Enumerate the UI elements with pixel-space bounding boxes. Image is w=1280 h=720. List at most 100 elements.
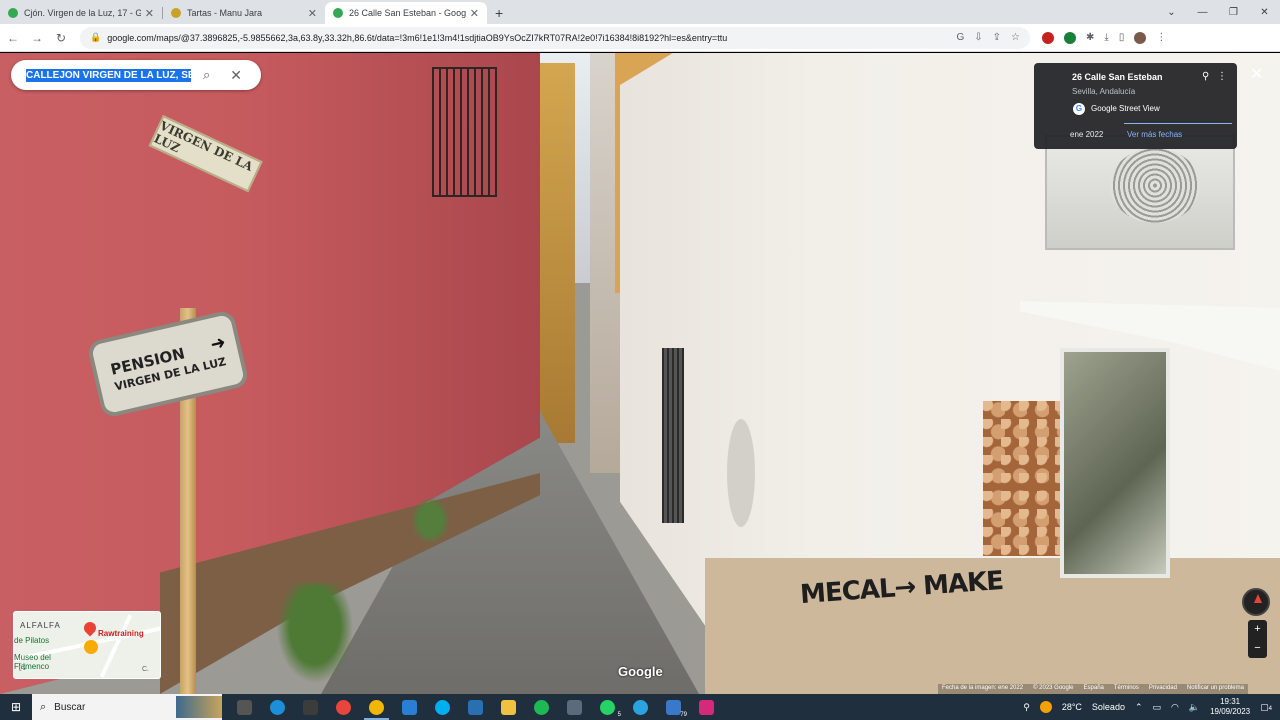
minimap-road: [99, 614, 133, 678]
file-explorer-icon[interactable]: [492, 694, 525, 720]
wifi-icon[interactable]: ◠: [1171, 702, 1179, 713]
location-city: Sevilla, Andalucía: [1072, 87, 1136, 96]
windows-start-icon[interactable]: ⊞: [0, 700, 32, 714]
tab-title: Tartas - Manu Jara: [187, 8, 263, 18]
minimap[interactable]: ALFALFA de Pilatos Rawtraining Museo del…: [13, 611, 161, 679]
restore-icon[interactable]: ❐: [1218, 7, 1249, 18]
map-pin-icon[interactable]: ⚲: [1202, 71, 1209, 82]
potted-plant: [408, 493, 453, 548]
minimize-icon[interactable]: —: [1187, 7, 1218, 18]
system-tray: ⚲ 28°C Soleado ⌃ ▭ ◠ 🔈 19:31 19/09/2023 …: [1023, 697, 1280, 717]
lock-icon[interactable]: 🔒: [90, 32, 101, 43]
privacy-link[interactable]: Privacidad: [1149, 685, 1177, 693]
capture-date: ene 2022: [1070, 130, 1104, 139]
compass-icon[interactable]: [1242, 588, 1270, 616]
more-dates-link[interactable]: Ver más fechas: [1127, 130, 1182, 139]
region-link[interactable]: España: [1084, 685, 1104, 693]
whatsapp-badge: 5: [617, 712, 621, 718]
calculator-icon[interactable]: [558, 694, 591, 720]
install-icon[interactable]: ⇩: [974, 32, 982, 43]
map-attribution: Fecha de la imagen: ene 2022 © 2023 Goog…: [938, 684, 1248, 694]
address-bar[interactable]: 🔒 google.com/maps/@37.3896825,-5.9855662…: [80, 26, 1030, 49]
close-tab-icon[interactable]: ✕: [145, 7, 154, 20]
google-g-icon: G: [1073, 103, 1085, 115]
new-tab-button[interactable]: +: [487, 5, 511, 24]
system-clock[interactable]: 19:31 19/09/2023: [1210, 697, 1250, 717]
tab-title: Cjón. Virgen de la Luz, 17 - Goog: [24, 8, 141, 18]
edge-icon[interactable]: [261, 694, 294, 720]
reload-icon[interactable]: ↻: [50, 31, 72, 45]
divider: [1124, 123, 1232, 124]
close-tab-icon[interactable]: ✕: [470, 7, 479, 20]
zoom-in-button[interactable]: +: [1248, 620, 1267, 639]
tab-tartas[interactable]: Tartas - Manu Jara ✕: [163, 2, 325, 24]
maps-search-box[interactable]: CALLEJON VIRGEN DE LA LUZ, SEVILLA ⌕ ✕: [11, 60, 261, 90]
taskbar-search-placeholder[interactable]: Buscar: [54, 702, 85, 713]
browser-tab-bar: Cjón. Virgen de la Luz, 17 - Goog ✕ Tart…: [0, 0, 1280, 24]
pegman-icon[interactable]: [84, 640, 98, 654]
location-address: 26 Calle San Esteban: [1072, 72, 1163, 82]
weather-sun-icon[interactable]: [1039, 701, 1052, 713]
tab-cjon-virgen[interactable]: Cjón. Virgen de la Luz, 17 - Goog ✕: [0, 2, 162, 24]
forward-icon[interactable]: →: [26, 31, 48, 45]
app-badge-icon[interactable]: 79: [657, 694, 690, 720]
chrome-active-icon[interactable]: [360, 694, 393, 720]
wood-log-panel: [983, 401, 1061, 556]
minimap-pin-label: Rawtraining: [98, 629, 144, 638]
minimap-place-label: de Pilatos: [14, 636, 50, 645]
menu-kebab-icon[interactable]: ⋮: [1156, 32, 1166, 43]
bookmark-star-icon[interactable]: ☆: [1011, 32, 1020, 43]
close-street-view-icon[interactable]: ✕: [1250, 64, 1263, 84]
side-panel-icon[interactable]: ▯: [1119, 32, 1125, 43]
volume-icon[interactable]: 🔈: [1189, 702, 1200, 713]
spotify-icon[interactable]: [525, 694, 558, 720]
browser-toolbar: ← → ↻ 🔒 google.com/maps/@37.3896825,-5.9…: [0, 24, 1280, 52]
skype-icon[interactable]: [426, 694, 459, 720]
clear-search-icon[interactable]: ✕: [230, 67, 242, 84]
url-text[interactable]: google.com/maps/@37.3896825,-5.9855662,3…: [107, 33, 807, 43]
search-icon: ⌕: [40, 700, 47, 713]
notifications-icon[interactable]: ▢4: [1260, 702, 1272, 713]
search-input[interactable]: CALLEJON VIRGEN DE LA LUZ, SEVILLA: [26, 68, 191, 82]
mail-icon[interactable]: [393, 694, 426, 720]
weather-text[interactable]: Soleado: [1092, 702, 1125, 712]
instagram-icon[interactable]: [690, 694, 723, 720]
google-lens-icon[interactable]: G: [956, 32, 964, 43]
store-icon[interactable]: [294, 694, 327, 720]
app-blue-icon[interactable]: [459, 694, 492, 720]
tab-calle-san-esteban[interactable]: 26 Calle San Esteban - Google M ✕: [325, 2, 487, 24]
extension-green-icon[interactable]: [1064, 31, 1076, 44]
weather-temp[interactable]: 28°C: [1062, 702, 1082, 712]
profile-avatar[interactable]: [1134, 31, 1147, 44]
taskbar-apps: 5 79: [228, 694, 723, 720]
telegram-icon[interactable]: [624, 694, 657, 720]
copyright-text: © 2023 Google: [1033, 685, 1074, 691]
terms-link[interactable]: Términos: [1114, 685, 1139, 693]
battery-icon[interactable]: ▭: [1153, 702, 1162, 713]
maps-favicon-icon: [8, 8, 18, 18]
zoom-controls: + −: [1248, 620, 1267, 658]
extensions-puzzle-icon[interactable]: ✱: [1086, 32, 1094, 43]
task-view-icon[interactable]: [228, 694, 261, 720]
whatsapp-icon[interactable]: 5: [591, 694, 624, 720]
downloads-icon[interactable]: ⤓: [1104, 32, 1108, 43]
report-problem-link[interactable]: Notificar un problema: [1187, 685, 1244, 693]
potted-plant: [270, 583, 360, 693]
back-icon[interactable]: ←: [2, 31, 24, 45]
chrome-icon[interactable]: [327, 694, 360, 720]
window-controls: ⌄ — ❐ ✕: [1156, 0, 1280, 24]
network-people-icon[interactable]: ⚲: [1023, 702, 1030, 713]
zoom-out-button[interactable]: −: [1248, 639, 1267, 658]
close-window-icon[interactable]: ✕: [1249, 7, 1280, 18]
taskbar-search[interactable]: ⌕ Buscar: [32, 694, 222, 720]
chevron-up-icon[interactable]: ⌃: [1135, 702, 1143, 713]
search-icon[interactable]: ⌕: [203, 67, 210, 83]
iron-balcony: [432, 67, 497, 197]
more-options-icon[interactable]: ⋮: [1217, 71, 1227, 82]
share-icon[interactable]: ⇪: [993, 32, 1001, 43]
expand-map-icon[interactable]: ⛶: [19, 662, 25, 673]
street-view-panorama[interactable]: MECAL→ MAKE VIRGEN DE LA LUZ PENSION VIR…: [0, 53, 1280, 694]
close-tab-icon[interactable]: ✕: [308, 7, 317, 20]
tab-search-icon[interactable]: ⌄: [1156, 7, 1187, 18]
extension-red-icon[interactable]: [1042, 31, 1054, 44]
